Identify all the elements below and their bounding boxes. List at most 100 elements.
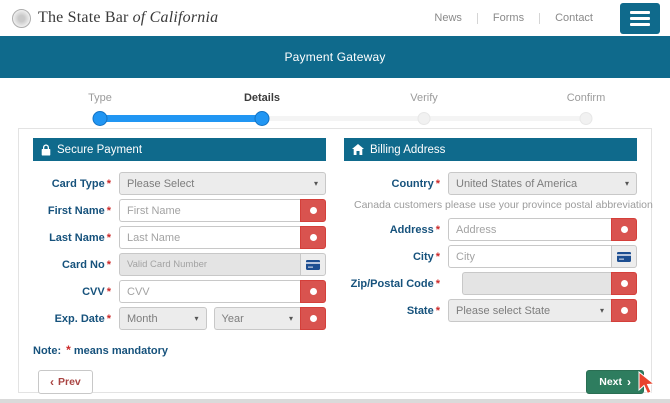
step-label-type: Type <box>88 92 112 104</box>
address-required-indicator[interactable] <box>611 218 637 241</box>
required-asterisk: * <box>436 224 440 236</box>
exp-date-label: Exp. Date* <box>33 313 111 325</box>
dot-icon <box>310 288 317 295</box>
site-header: The State Barof California News Forms Co… <box>0 0 670 36</box>
required-asterisk: * <box>436 178 440 190</box>
last-name-input[interactable] <box>119 226 300 249</box>
stepper-progress-fill <box>100 115 262 122</box>
step-dot-type <box>93 111 108 126</box>
address-label: Address* <box>344 224 440 236</box>
chevron-down-icon: ▾ <box>600 306 604 315</box>
required-asterisk: * <box>107 205 111 217</box>
canada-postal-note: Canada customers please use your provinc… <box>354 199 637 211</box>
card-no-addon <box>300 253 326 276</box>
hamburger-menu-icon[interactable] <box>620 3 660 34</box>
last-name-label: Last Name* <box>33 232 111 244</box>
secure-payment-panel: Secure Payment Card Type* Please Select▾… <box>33 138 326 357</box>
chevron-down-icon: ▾ <box>194 314 198 323</box>
cvv-required-indicator[interactable] <box>300 280 326 303</box>
lock-icon <box>41 144 51 156</box>
mandatory-note: Note: * means mandatory <box>33 343 326 357</box>
address-input[interactable] <box>448 218 611 241</box>
dot-icon <box>310 315 317 322</box>
required-asterisk: * <box>107 286 111 298</box>
step-label-verify: Verify <box>410 92 438 104</box>
field-row-cvv: CVV* <box>33 280 326 303</box>
exp-month-select[interactable]: Month▾ <box>119 307 207 330</box>
state-label: State* <box>344 305 440 317</box>
panel-title: Billing Address <box>370 144 445 156</box>
step-label-details: Details <box>244 92 280 104</box>
top-nav: News Forms Contact <box>419 3 660 34</box>
field-row-card-no: Card No* <box>33 253 326 276</box>
required-asterisk: * <box>436 251 440 263</box>
zip-required-indicator[interactable] <box>611 272 637 295</box>
field-row-address: Address* <box>344 218 637 241</box>
first-name-required-indicator[interactable] <box>300 199 326 222</box>
cvv-input[interactable] <box>119 280 300 303</box>
field-row-last-name: Last Name* <box>33 226 326 249</box>
card-type-label: Card Type* <box>33 178 111 190</box>
dot-icon <box>310 207 317 214</box>
form-footer: ‹Prev Next› <box>33 370 637 394</box>
credit-card-icon <box>306 260 320 270</box>
field-row-card-type: Card Type* Please Select▾ <box>33 172 326 195</box>
exp-date-required-indicator[interactable] <box>300 307 326 330</box>
state-select[interactable]: Please select State▾ <box>448 299 611 322</box>
step-label-confirm: Confirm <box>567 92 606 104</box>
home-icon <box>352 144 364 155</box>
required-asterisk: * <box>107 313 111 325</box>
first-name-input[interactable] <box>119 199 300 222</box>
next-button[interactable]: Next› <box>586 370 644 394</box>
required-asterisk: * <box>66 343 71 357</box>
dot-icon <box>310 234 317 241</box>
billing-address-header: Billing Address <box>344 138 637 161</box>
field-row-state: State* Please select State▾ <box>344 299 637 322</box>
billing-address-panel: Billing Address Country* United States o… <box>344 138 637 357</box>
credit-card-icon <box>617 252 631 262</box>
required-asterisk: * <box>107 259 111 271</box>
country-select[interactable]: United States of America▾ <box>448 172 637 195</box>
field-row-exp-date: Exp. Date* Month▾ Year▾ <box>33 307 326 330</box>
last-name-required-indicator[interactable] <box>300 226 326 249</box>
brand-name: The State Barof California <box>38 9 218 27</box>
zip-label: Zip/Postal Code* <box>344 278 440 290</box>
step-dot-details <box>255 111 270 126</box>
zip-input <box>462 272 611 295</box>
exp-year-select[interactable]: Year▾ <box>214 307 301 330</box>
payment-form-card: Secure Payment Card Type* Please Select▾… <box>18 128 652 393</box>
state-required-indicator[interactable] <box>611 299 637 322</box>
city-input[interactable] <box>448 245 611 268</box>
field-row-city: City* <box>344 245 637 268</box>
field-row-first-name: First Name* <box>33 199 326 222</box>
nav-link-news[interactable]: News <box>419 12 477 24</box>
required-asterisk: * <box>436 305 440 317</box>
page-title: Payment Gateway <box>284 50 385 64</box>
dot-icon <box>621 280 628 287</box>
dot-icon <box>621 226 628 233</box>
field-row-country: Country* United States of America▾ <box>344 172 637 195</box>
secure-payment-header: Secure Payment <box>33 138 326 161</box>
chevron-down-icon: ▾ <box>625 179 629 188</box>
field-row-zip: Zip/Postal Code* <box>344 272 637 295</box>
page-banner: Payment Gateway <box>0 36 670 78</box>
step-dot-confirm <box>580 112 593 125</box>
card-no-label: Card No* <box>33 259 111 271</box>
first-name-label: First Name* <box>33 205 111 217</box>
city-addon <box>611 245 637 268</box>
chevron-right-icon: › <box>627 376 631 388</box>
required-asterisk: * <box>107 178 111 190</box>
brand-logo[interactable]: The State Barof California <box>12 9 218 28</box>
city-label: City* <box>344 251 440 263</box>
chevron-left-icon: ‹ <box>50 376 54 388</box>
panel-title: Secure Payment <box>57 144 142 156</box>
card-type-select[interactable]: Please Select▾ <box>119 172 326 195</box>
chevron-down-icon: ▾ <box>314 179 318 188</box>
cvv-label: CVV* <box>33 286 111 298</box>
required-asterisk: * <box>107 232 111 244</box>
nav-link-forms[interactable]: Forms <box>478 12 539 24</box>
nav-link-contact[interactable]: Contact <box>540 12 608 24</box>
prev-button[interactable]: ‹Prev <box>38 370 93 394</box>
progress-stepper: Type Details Verify Confirm <box>0 86 670 132</box>
card-no-input <box>119 253 300 276</box>
